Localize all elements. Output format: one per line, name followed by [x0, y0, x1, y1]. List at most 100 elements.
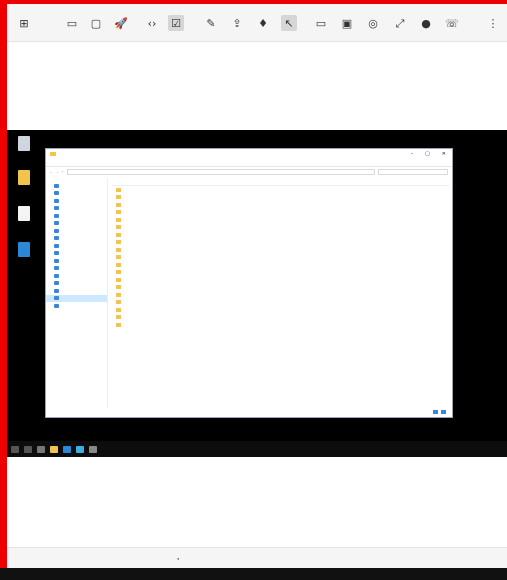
- details-view-icon[interactable]: [433, 410, 438, 414]
- nav-pane-item[interactable]: [46, 280, 107, 288]
- folder-row[interactable]: [112, 186, 450, 194]
- nav-pane-item[interactable]: [46, 250, 107, 258]
- cursor-icon[interactable]: ↖: [281, 15, 297, 31]
- tiles-view-icon[interactable]: [441, 410, 446, 414]
- address-bar[interactable]: [66, 169, 375, 175]
- pin-icon[interactable]: ♦: [255, 15, 271, 31]
- rocket-icon[interactable]: 🚀: [113, 15, 129, 31]
- nav-pane-item[interactable]: [46, 212, 107, 220]
- folder-row[interactable]: [112, 276, 450, 284]
- nav-pane-item[interactable]: [46, 294, 107, 302]
- folder-row[interactable]: [112, 246, 450, 254]
- desktop-shortcut[interactable]: [16, 206, 32, 236]
- folder-row[interactable]: [112, 299, 450, 307]
- nav-pane-item[interactable]: [46, 257, 107, 265]
- folder-icon: [116, 217, 121, 222]
- folder-row[interactable]: [112, 224, 450, 232]
- nav-pane-item[interactable]: [46, 302, 107, 310]
- taskbar-app-icon[interactable]: [24, 445, 32, 453]
- folder-row[interactable]: [112, 261, 450, 269]
- folder-icon: [116, 262, 121, 267]
- taskbar-app-icon[interactable]: [76, 445, 84, 453]
- camera-icon[interactable]: ◎: [365, 15, 381, 31]
- nav-pane-item[interactable]: [46, 197, 107, 205]
- folder-icon: [50, 152, 56, 156]
- folder-icon[interactable]: ▢: [88, 15, 104, 31]
- viewer-frame-left: [0, 0, 7, 580]
- window-icon[interactable]: ▭: [64, 15, 80, 31]
- nav-pane-item[interactable]: [46, 272, 107, 280]
- nav-item-icon: [54, 258, 59, 263]
- nav-item-icon: [54, 273, 59, 278]
- grid-menu-icon[interactable]: ⊞: [16, 15, 32, 31]
- shortcut-icon: [18, 170, 30, 185]
- folder-icon: [116, 232, 121, 237]
- explorer-status-bar: [46, 407, 452, 417]
- taskbar: [7, 441, 507, 457]
- close-icon[interactable]: ✕: [442, 151, 446, 157]
- folder-row[interactable]: [112, 284, 450, 292]
- folder-row[interactable]: [112, 254, 450, 262]
- nav-pane-item[interactable]: [46, 182, 107, 190]
- taskbar-app-icon[interactable]: [37, 445, 45, 453]
- folder-row[interactable]: [112, 306, 450, 314]
- nav-pane-item[interactable]: [46, 227, 107, 235]
- nav-item-icon: [54, 236, 59, 241]
- folder-row[interactable]: [112, 216, 450, 224]
- nav-pane-item[interactable]: [46, 265, 107, 273]
- explorer-address-row: ← → ↑: [46, 167, 452, 177]
- folder-row[interactable]: [112, 239, 450, 247]
- monitor-icon[interactable]: ▭: [313, 15, 329, 31]
- taskbar-app-icon[interactable]: [50, 445, 58, 453]
- viewer-frame-bottom: [0, 568, 507, 580]
- folder-row[interactable]: [112, 209, 450, 217]
- nav-item-icon: [54, 206, 59, 211]
- folder-row[interactable]: [112, 201, 450, 209]
- desktop-shortcut[interactable]: [16, 242, 32, 272]
- nav-pane-item[interactable]: [46, 287, 107, 295]
- remote-desktop[interactable]: – ▢ ✕ ← → ↑: [7, 130, 507, 457]
- more-vertical-icon[interactable]: ⋮: [485, 15, 501, 31]
- taskbar-app-icon[interactable]: [63, 445, 71, 453]
- folder-row[interactable]: [112, 269, 450, 277]
- nav-item-icon: [54, 251, 59, 256]
- folder-row[interactable]: [112, 231, 450, 239]
- shortcut-icon: [18, 136, 30, 151]
- folder-icon: [116, 285, 121, 290]
- nav-pane-item[interactable]: [46, 205, 107, 213]
- nav-item-icon: [54, 303, 59, 308]
- folder-row[interactable]: [112, 194, 450, 202]
- nav-pane-item[interactable]: [46, 190, 107, 198]
- file-list: [112, 178, 450, 408]
- nav-pane-item[interactable]: [46, 235, 107, 243]
- explorer-title-bar[interactable]: – ▢ ✕: [46, 149, 452, 159]
- folder-row[interactable]: [112, 291, 450, 299]
- minimize-icon[interactable]: –: [411, 151, 414, 157]
- maximize-icon[interactable]: ▢: [425, 151, 430, 157]
- layout-icon[interactable]: ▣: [339, 15, 355, 31]
- code-icon[interactable]: ‹›: [144, 15, 160, 31]
- taskbar-app-icon[interactable]: [89, 445, 97, 453]
- desktop-shortcut[interactable]: [16, 136, 32, 166]
- back-arrow-icon[interactable]: ←: [50, 170, 53, 174]
- up-arrow-icon[interactable]: ↑: [62, 170, 64, 174]
- chat-icon[interactable]: ☏: [444, 15, 460, 31]
- pen-icon[interactable]: ✎: [203, 15, 219, 31]
- check-box-icon[interactable]: ☑: [168, 15, 184, 31]
- file-explorer-window[interactable]: – ▢ ✕ ← → ↑: [45, 148, 453, 418]
- folder-icon: [116, 195, 121, 200]
- desktop-shortcut[interactable]: [16, 170, 32, 200]
- share-icon[interactable]: ⇪: [229, 15, 245, 31]
- record-icon[interactable]: ●: [418, 15, 434, 31]
- nav-pane-item[interactable]: [46, 220, 107, 228]
- folder-icon: [116, 322, 121, 327]
- folder-row[interactable]: [112, 321, 450, 329]
- taskbar-app-icon[interactable]: [11, 445, 19, 453]
- search-box[interactable]: [378, 169, 448, 175]
- expand-icon[interactable]: ⤢: [392, 15, 408, 31]
- folder-row[interactable]: [112, 314, 450, 322]
- nav-pane-item[interactable]: [46, 242, 107, 250]
- nav-item-icon: [54, 213, 59, 218]
- folder-icon: [116, 240, 121, 245]
- forward-arrow-icon[interactable]: →: [56, 170, 59, 174]
